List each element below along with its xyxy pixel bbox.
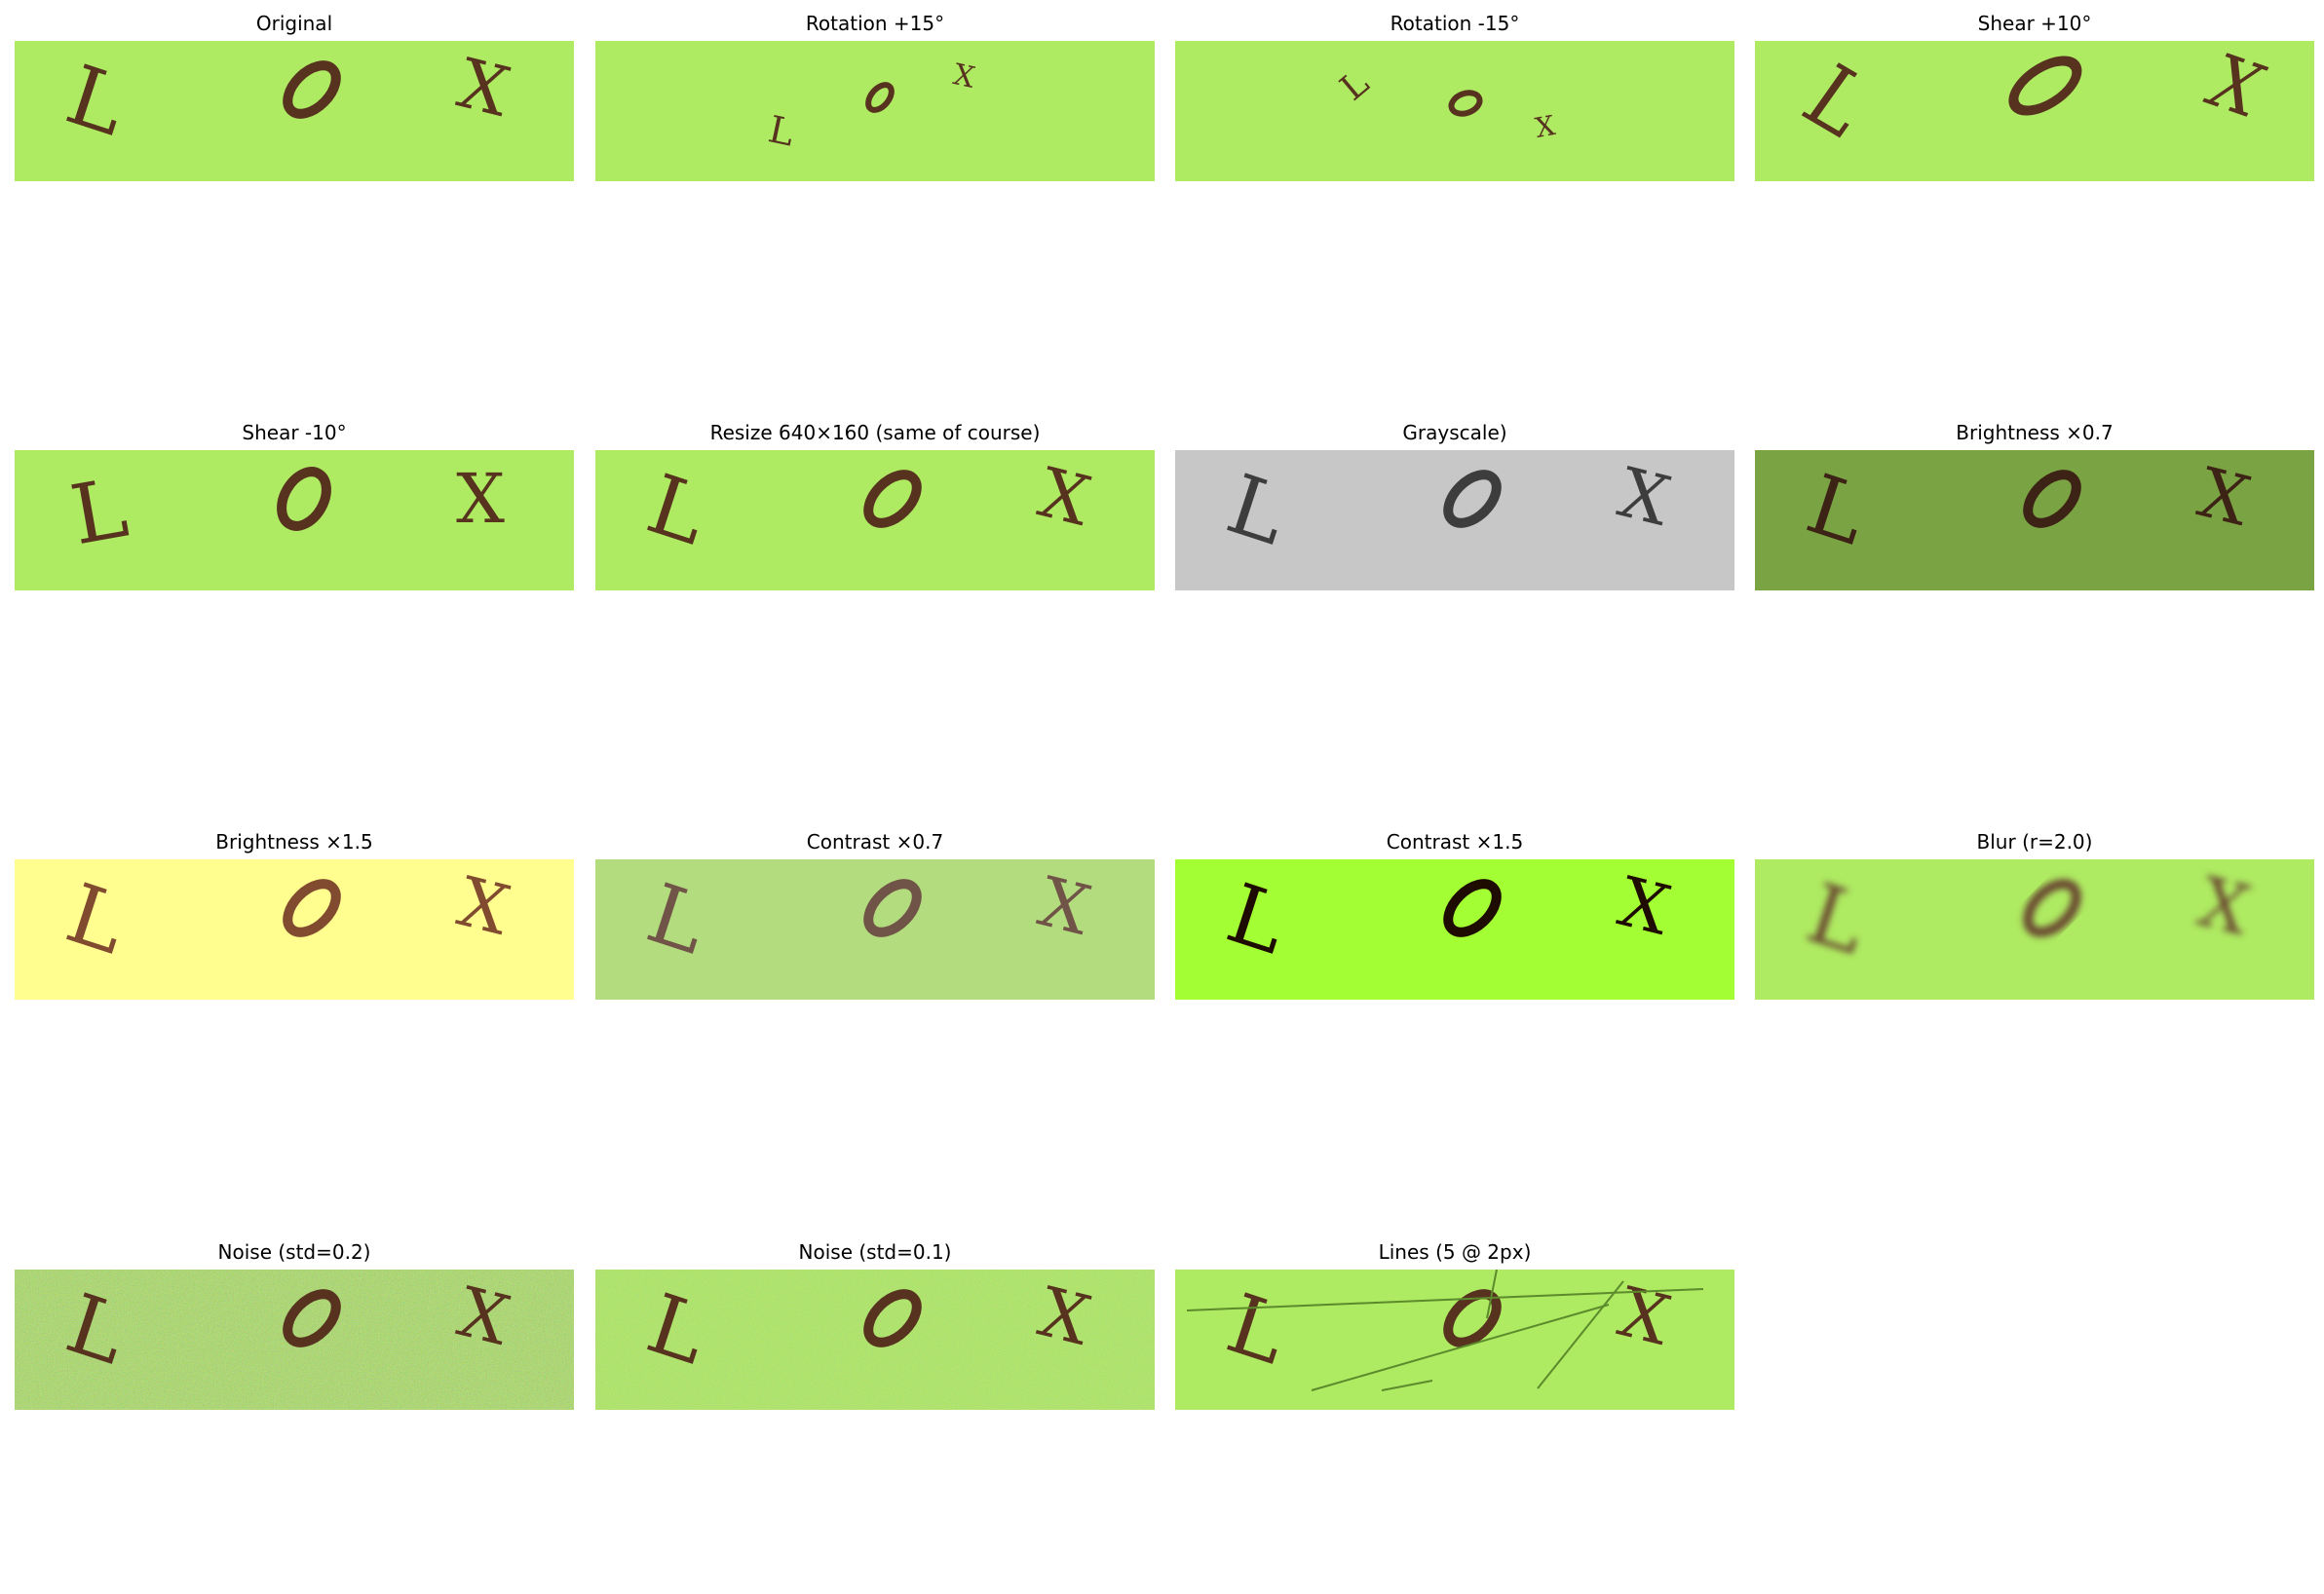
panel-10: Contrast ×0.7 L X [595,818,1155,1004]
panel-title: Blur (r=2.0) [1976,830,2093,854]
panel-4: Shear +10° L X [1755,0,2314,185]
captcha-svg: LX [1755,859,2314,1000]
panel-6: Resize 640×160 (same of course) L X [595,409,1155,594]
panel-7: Grayscale) L X [1175,409,1734,594]
captcha-image: LX [15,41,574,181]
panel-title: Contrast ×1.5 [1386,830,1524,854]
letter-x: X [456,459,505,539]
panel-12: Blur (r=2.0) L X [1755,818,2314,1004]
panel-15: Lines (5 @ 2px) L X [1175,1229,1734,1414]
panel-title: Contrast ×0.7 [806,830,944,854]
panel-9: Brightness ×1.5 L X [15,818,574,1004]
captcha-image: LX [15,859,574,1000]
panel-13: Noise (std=0.2) L X [15,1229,574,1414]
panel-title: Shear +10° [1977,12,2092,35]
captcha-svg: LX [1175,859,1734,1000]
panel-1: Original L X [15,0,574,185]
captcha-svg: LX [15,1270,574,1410]
panel-title: Brightness ×1.5 [215,830,373,854]
panel-title: Original [255,12,333,35]
captcha-image: LX [15,450,574,590]
captcha-svg: LX [1755,450,2314,590]
captcha-svg: LX [15,41,574,181]
captcha-image: LX [1755,859,2314,1000]
panel-2: Rotation +15° L X [595,0,1155,185]
panel-title: Resize 640×160 (same of course) [709,421,1041,444]
captcha-svg: LX [595,450,1155,590]
panel-5: Shear -10° L X [15,409,574,594]
captcha-image: LX [1755,41,2314,181]
panel-11: Contrast ×1.5 L X [1175,818,1734,1004]
captcha-image: LX [15,1270,574,1410]
captcha-svg: LX [15,859,574,1000]
panel-14: Noise (std=0.1) L X [595,1229,1155,1414]
captcha-svg: LX [1755,41,2314,181]
captcha-image: LX [1175,859,1734,1000]
panel-title: Grayscale) [1402,421,1507,444]
captcha-image: LX [1755,450,2314,590]
captcha-image: LX [595,41,1155,181]
captcha-image: LX [595,859,1155,1000]
panel-title: Lines (5 @ 2px) [1378,1240,1532,1264]
captcha-svg: LX [15,450,574,590]
captcha-svg: LX [595,859,1155,1000]
panel-title: Shear -10° [242,421,347,444]
panel-title: Noise (std=0.1) [798,1240,952,1264]
captcha-svg: LX [1175,41,1734,181]
captcha-image: LX [1175,450,1734,590]
panel-title: Brightness ×0.7 [1956,421,2114,444]
panel-3: Rotation -15° L X [1175,0,1734,185]
captcha-image: LX [1175,41,1734,181]
panel-title: Rotation +15° [805,12,945,35]
captcha-svg: LX [1175,1270,1734,1410]
captcha-image: LX [595,450,1155,590]
captcha-svg: LX [595,1270,1155,1410]
captcha-image: LX [595,1270,1155,1410]
panel-title: Noise (std=0.2) [217,1240,371,1264]
captcha-svg: LX [595,41,1155,181]
captcha-svg: LX [1175,450,1734,590]
panel-title: Rotation -15° [1390,12,1520,35]
panel-8: Brightness ×0.7 L X [1755,409,2314,594]
captcha-image: LX [1175,1270,1734,1410]
